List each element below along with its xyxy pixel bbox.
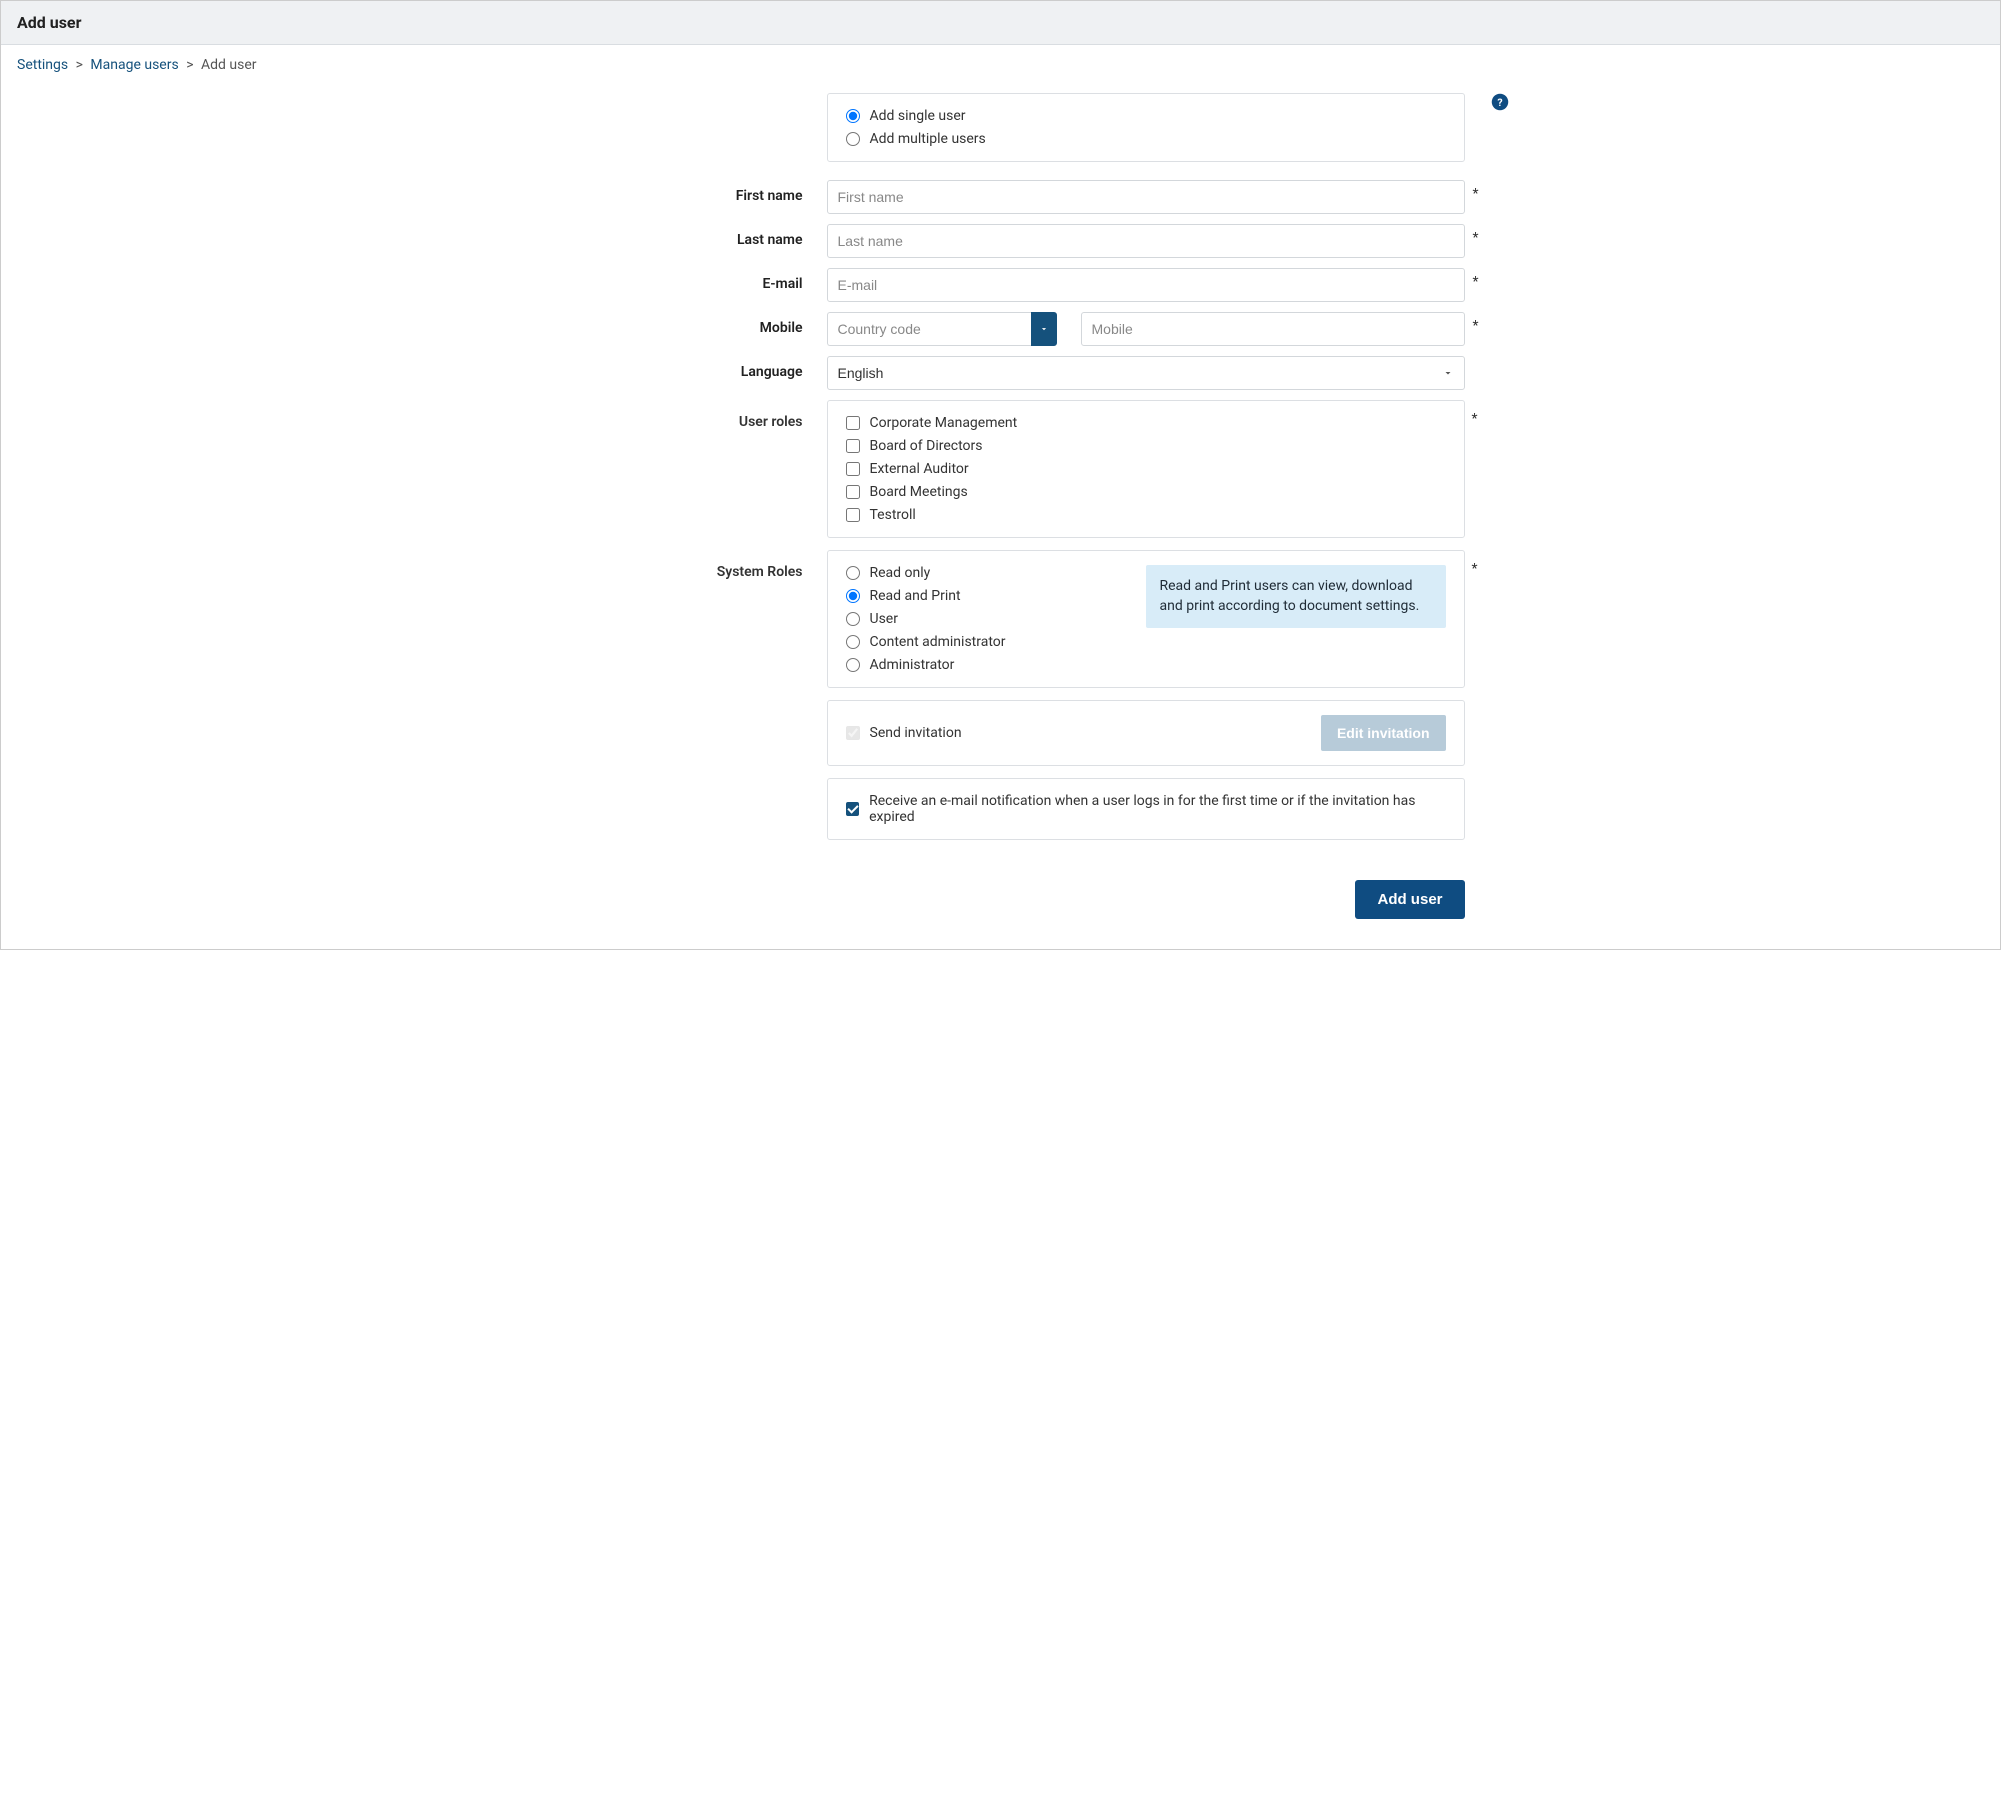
add-user-button[interactable]: Add user xyxy=(1355,880,1464,919)
language-label: Language xyxy=(537,356,827,380)
send-invitation-checkbox xyxy=(846,726,860,740)
breadcrumb: Settings > Manage users > Add user xyxy=(1,45,2000,93)
user-role-item[interactable]: External Auditor xyxy=(846,461,1446,477)
country-code-dropdown-button[interactable] xyxy=(1031,312,1057,346)
notify-row[interactable]: Receive an e-mail notification when a us… xyxy=(846,793,1446,825)
first-name-label: First name xyxy=(537,180,827,204)
email-input[interactable] xyxy=(827,268,1465,302)
breadcrumb-current: Add user xyxy=(201,57,257,73)
system-role-label: Administrator xyxy=(870,657,955,673)
notify-checkbox[interactable] xyxy=(846,802,860,816)
chevron-right-icon: > xyxy=(76,57,83,73)
system-role-radio[interactable] xyxy=(846,612,860,626)
page-title: Add user xyxy=(17,13,81,32)
user-role-label: Testroll xyxy=(870,507,916,523)
user-role-label: Board Meetings xyxy=(870,484,968,500)
required-marker: * xyxy=(1472,230,1478,246)
user-role-checkbox[interactable] xyxy=(846,439,860,453)
user-role-checkbox[interactable] xyxy=(846,416,860,430)
breadcrumb-manage-users[interactable]: Manage users xyxy=(90,57,178,73)
system-role-radio[interactable] xyxy=(846,566,860,580)
system-role-item[interactable]: Read only xyxy=(846,565,1066,581)
system-role-hint: Read and Print users can view, download … xyxy=(1146,565,1446,628)
user-role-checkbox[interactable] xyxy=(846,508,860,522)
send-invitation-label: Send invitation xyxy=(870,725,962,741)
mode-panel: Add single user Add multiple users xyxy=(827,93,1465,162)
system-role-radio[interactable] xyxy=(846,658,860,672)
system-roles-list: Read only Read and Print User Content ad… xyxy=(846,565,1066,673)
system-role-item[interactable]: Read and Print xyxy=(846,588,1066,604)
required-marker: * xyxy=(1471,561,1477,577)
svg-text:?: ? xyxy=(1497,96,1502,109)
required-marker: * xyxy=(1471,411,1477,427)
system-roles-label: System Roles xyxy=(537,550,827,688)
user-roles-label: User roles xyxy=(537,400,827,538)
system-role-item[interactable]: Administrator xyxy=(846,657,1066,673)
caret-down-icon xyxy=(1039,324,1049,334)
page-header: Add user xyxy=(1,1,2000,45)
help-icon[interactable]: ? xyxy=(1491,93,1509,111)
last-name-label: Last name xyxy=(537,224,827,248)
mode-single-row[interactable]: Add single user xyxy=(846,108,1446,124)
system-role-label: Read and Print xyxy=(870,588,961,604)
user-role-item[interactable]: Corporate Management xyxy=(846,415,1446,431)
user-role-checkbox[interactable] xyxy=(846,485,860,499)
first-name-input[interactable] xyxy=(827,180,1465,214)
user-role-label: External Auditor xyxy=(870,461,969,477)
email-label: E-mail xyxy=(537,268,827,292)
mode-single-label: Add single user xyxy=(870,108,966,124)
required-marker: * xyxy=(1472,318,1478,334)
last-name-input[interactable] xyxy=(827,224,1465,258)
chevron-right-icon: > xyxy=(186,57,193,73)
breadcrumb-settings[interactable]: Settings xyxy=(17,57,68,73)
user-roles-list: Corporate Management Board of Directors … xyxy=(846,415,1446,523)
mode-multiple-row[interactable]: Add multiple users xyxy=(846,131,1446,147)
user-role-item[interactable]: Board of Directors xyxy=(846,438,1446,454)
required-marker: * xyxy=(1472,186,1478,202)
system-role-item[interactable]: User xyxy=(846,611,1066,627)
user-role-item[interactable]: Board Meetings xyxy=(846,484,1446,500)
required-marker: * xyxy=(1472,274,1478,290)
system-role-item[interactable]: Content administrator xyxy=(846,634,1066,650)
system-role-radio[interactable] xyxy=(846,589,860,603)
system-role-label: User xyxy=(870,611,898,627)
mode-multiple-label: Add multiple users xyxy=(870,131,986,147)
mobile-input[interactable] xyxy=(1081,312,1465,346)
mode-multiple-radio[interactable] xyxy=(846,132,860,146)
mode-single-radio[interactable] xyxy=(846,109,860,123)
user-role-item[interactable]: Testroll xyxy=(846,507,1446,523)
mobile-label: Mobile xyxy=(537,312,827,336)
system-role-label: Content administrator xyxy=(870,634,1006,650)
system-role-label: Read only xyxy=(870,565,931,581)
user-role-label: Board of Directors xyxy=(870,438,983,454)
user-role-checkbox[interactable] xyxy=(846,462,860,476)
edit-invitation-button: Edit invitation xyxy=(1321,715,1446,751)
language-select[interactable]: English xyxy=(827,356,1465,390)
user-role-label: Corporate Management xyxy=(870,415,1018,431)
system-role-radio[interactable] xyxy=(846,635,860,649)
notify-label: Receive an e-mail notification when a us… xyxy=(869,793,1445,825)
country-code-input[interactable] xyxy=(827,312,1031,346)
